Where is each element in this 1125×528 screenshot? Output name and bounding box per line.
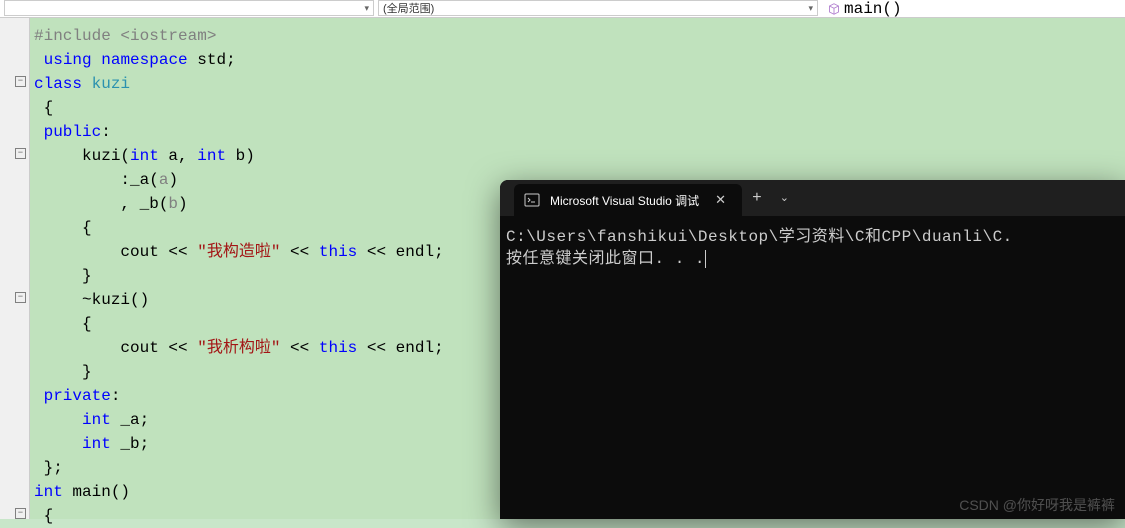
gutter — [0, 18, 30, 519]
code-line: } — [34, 363, 92, 381]
code-line: cout << "我构造啦" << this << endl; — [34, 243, 444, 261]
terminal-output[interactable]: C:\Users\fanshikui\Desktop\学习资料\C和CPP\du… — [500, 216, 1125, 280]
terminal-line: 按任意键关闭此窗口. . . — [506, 248, 1119, 270]
code-line: { — [34, 507, 53, 525]
code-line: , _b(b) — [34, 195, 188, 213]
chevron-down-icon: ▾ — [808, 3, 813, 14]
terminal-icon — [524, 192, 540, 208]
function-dropdown[interactable]: main() — [828, 0, 1118, 17]
member-dropdown[interactable]: (全局范围) ▾ — [378, 0, 818, 16]
tab-menu-button[interactable]: ⌄ — [772, 187, 797, 209]
cube-icon — [828, 3, 840, 15]
watermark: CSDN @你好呀我是裤裤 — [959, 495, 1115, 515]
code-line: } — [34, 267, 92, 285]
cursor-icon — [705, 250, 706, 268]
code-line: public: — [34, 123, 111, 141]
code-line: private: — [34, 387, 120, 405]
scope-dropdown[interactable]: ▾ — [4, 0, 374, 16]
code-line: int _a; — [34, 411, 149, 429]
code-line: }; — [34, 459, 63, 477]
fold-toggle[interactable]: − — [15, 292, 26, 303]
code-line: { — [34, 219, 92, 237]
code-line: using namespace std; — [34, 51, 236, 69]
close-tab-button[interactable]: ✕ — [709, 190, 732, 210]
terminal-line: C:\Users\fanshikui\Desktop\学习资料\C和CPP\du… — [506, 226, 1119, 248]
code-line: cout << "我析构啦" << this << endl; — [34, 339, 444, 357]
code-line: #include <iostream> — [34, 27, 216, 45]
add-tab-button[interactable]: + — [742, 185, 772, 211]
navigation-bar: ▾ (全局范围) ▾ main() — [0, 0, 1125, 18]
terminal-tab[interactable]: Microsoft Visual Studio 调试 ✕ — [514, 184, 742, 216]
code-line: class kuzi — [34, 75, 130, 93]
terminal-titlebar[interactable]: Microsoft Visual Studio 调试 ✕ + ⌄ — [500, 180, 1125, 216]
code-line: ~kuzi() — [34, 291, 149, 309]
fold-toggle[interactable]: − — [15, 508, 26, 519]
code-line: int main() — [34, 483, 130, 501]
scope-text: (全局范围) — [383, 0, 434, 16]
terminal-window[interactable]: Microsoft Visual Studio 调试 ✕ + ⌄ C:\User… — [500, 180, 1125, 519]
terminal-tab-title: Microsoft Visual Studio 调试 — [550, 192, 699, 209]
code-line: { — [34, 315, 92, 333]
fold-toggle[interactable]: − — [15, 76, 26, 87]
fold-toggle[interactable]: − — [15, 148, 26, 159]
code-line: :_a(a) — [34, 171, 178, 189]
function-text: main() — [844, 0, 902, 18]
code-line: { — [34, 99, 53, 117]
code-line: int _b; — [34, 435, 149, 453]
chevron-down-icon: ▾ — [364, 3, 369, 14]
code-line: kuzi(int a, int b) — [34, 147, 255, 165]
